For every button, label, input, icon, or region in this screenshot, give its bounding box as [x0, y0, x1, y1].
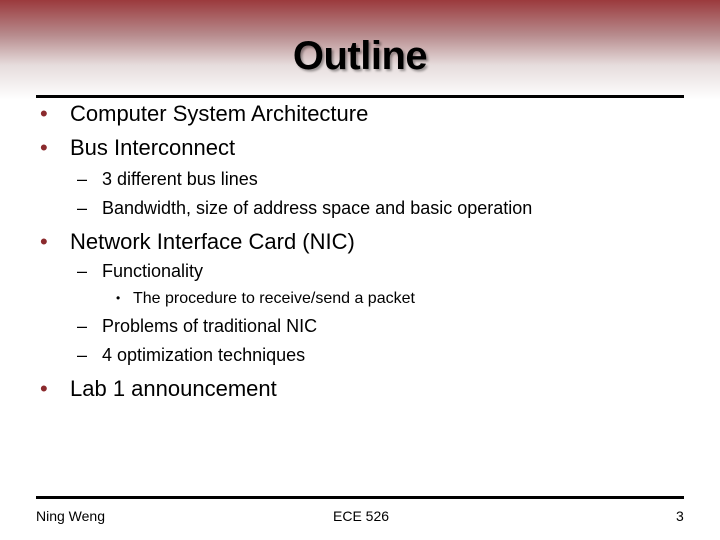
subbullet-functionality: Functionality	[102, 261, 204, 281]
dash-icon: –	[77, 261, 88, 281]
bullet-icon: •	[40, 135, 48, 160]
bullet-nic: Network Interface Card (NIC)	[70, 229, 355, 254]
subsubbullet-procedure: The procedure to receive/send a packet	[133, 290, 415, 307]
dash-icon: –	[77, 169, 88, 189]
dash-icon: –	[77, 316, 88, 336]
dash-icon: –	[77, 198, 88, 218]
subbullet-bandwidth: Bandwidth, size of address space and bas…	[102, 198, 533, 218]
bullet-icon: •	[40, 229, 48, 254]
footer-page-number: 3	[676, 508, 684, 524]
footer-author: Ning Weng	[36, 508, 106, 524]
dash-icon: –	[77, 345, 88, 365]
bullet-computer-system-architecture: Computer System Architecture	[70, 101, 369, 126]
subbullet-optimization: 4 optimization techniques	[102, 345, 306, 365]
bullet-icon: •	[40, 101, 48, 126]
subbullet-problems: Problems of traditional NIC	[102, 316, 318, 336]
footer-divider	[36, 496, 684, 499]
bullet-lab-announcement: Lab 1 announcement	[70, 376, 277, 401]
small-bullet-icon: •	[116, 291, 121, 305]
footer-course: ECE 526	[333, 508, 390, 524]
bullet-bus-interconnect: Bus Interconnect	[70, 135, 236, 160]
bullet-icon: •	[40, 376, 48, 401]
slide-title: Outline	[292, 34, 428, 78]
title-divider	[36, 95, 684, 98]
subbullet-bus-lines: 3 different bus lines	[102, 169, 258, 189]
